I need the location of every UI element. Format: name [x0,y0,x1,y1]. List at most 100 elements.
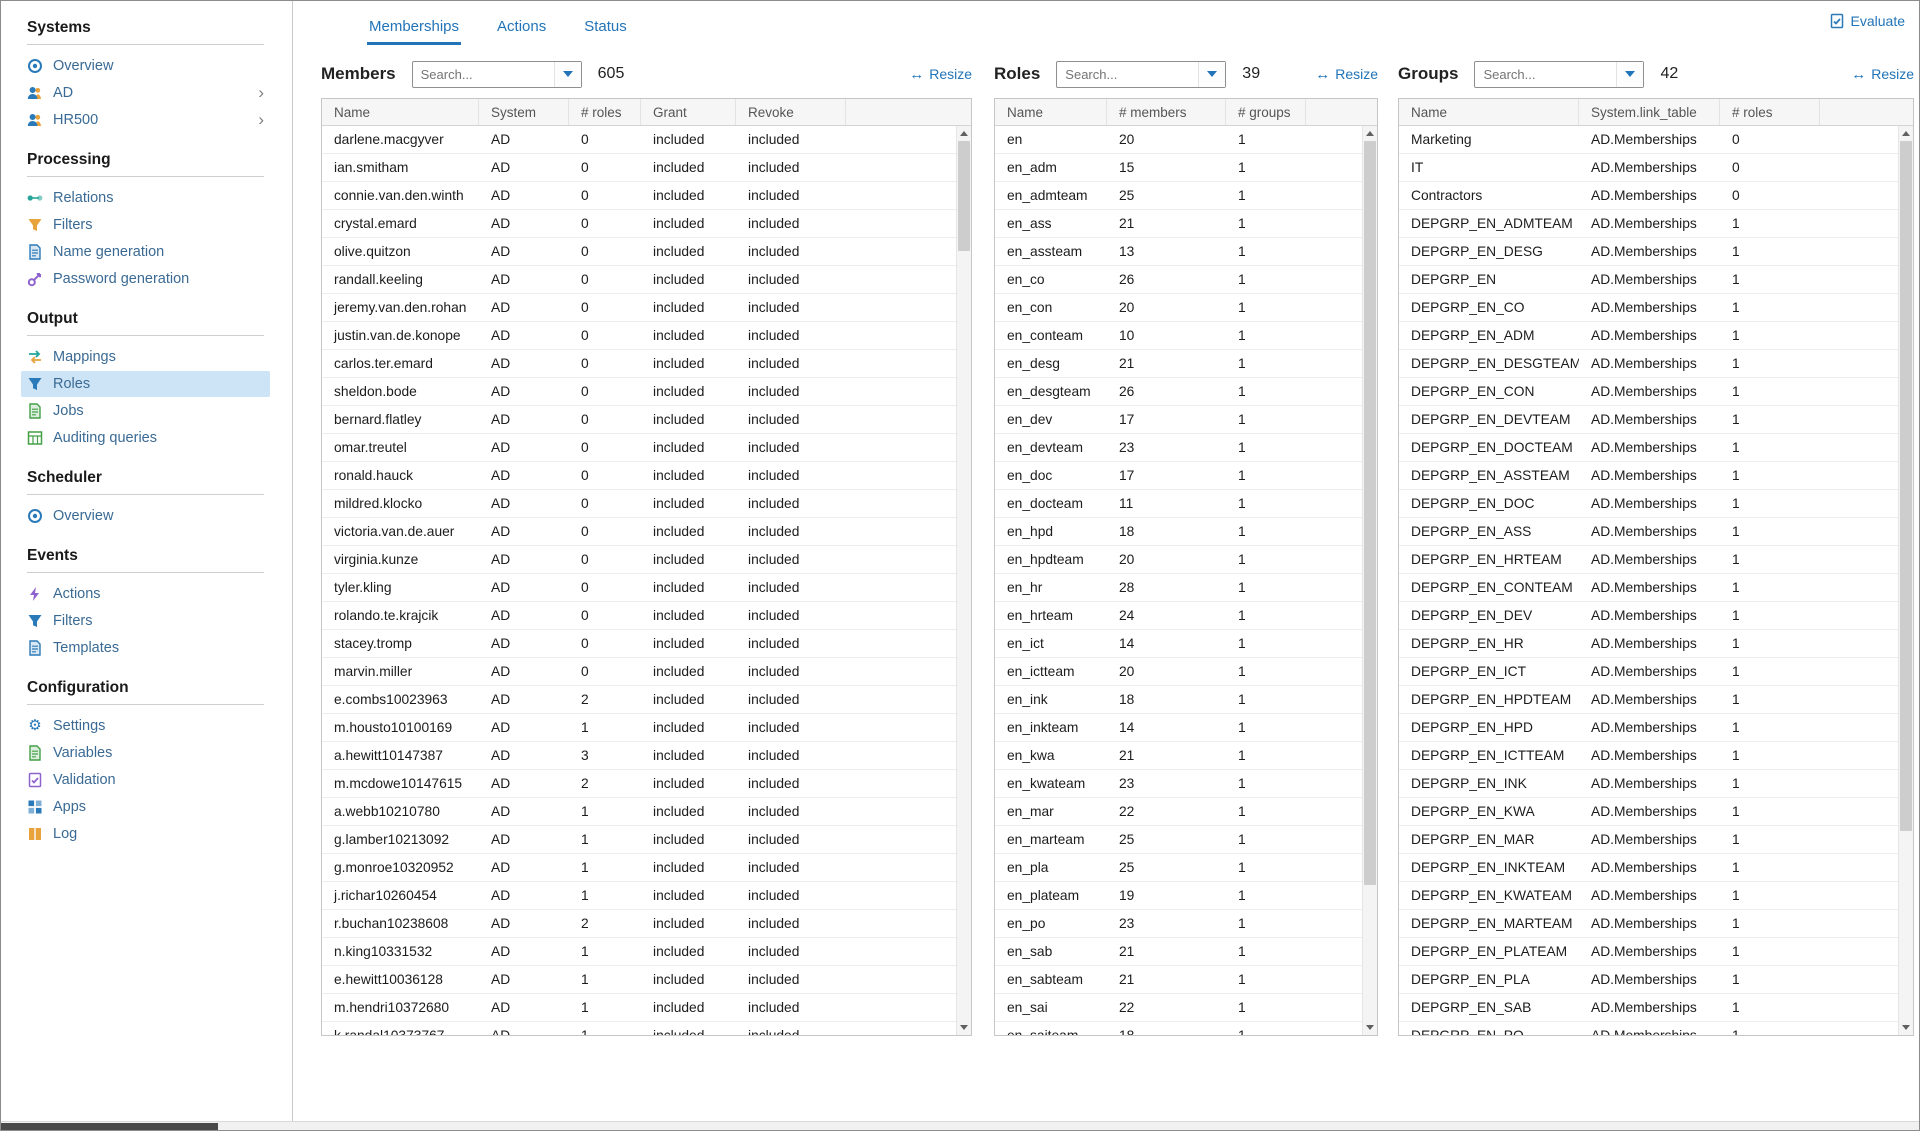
role-row[interactable]: en_ict 14 1 [995,630,1377,658]
group-row[interactable]: DEPGRP_EN_HRTEAM AD.Memberships 1 [1399,546,1913,574]
group-row[interactable]: DEPGRP_EN_KWATEAM AD.Memberships 1 [1399,882,1913,910]
member-row[interactable]: carlos.ter.emard AD 0 included included [322,350,971,378]
column-header-roles[interactable]: # roles [569,99,641,125]
sidebar-item-roles[interactable]: Roles [21,371,270,397]
member-row[interactable]: r.buchan10238608 AD 2 included included [322,910,971,938]
member-row[interactable]: darlene.macgyver AD 0 included included [322,126,971,154]
member-row[interactable]: sheldon.bode AD 0 included included [322,378,971,406]
sidebar-item-apps[interactable]: Apps [21,794,270,820]
sidebar-item-templates[interactable]: Templates [21,635,270,661]
column-header-groups[interactable]: # groups [1226,99,1306,125]
members-resize-button[interactable]: Resize [909,66,972,83]
group-row[interactable]: DEPGRP_EN_CONTEAM AD.Memberships 1 [1399,574,1913,602]
role-row[interactable]: en_ictteam 20 1 [995,658,1377,686]
group-row[interactable]: DEPGRP_EN_PO AD.Memberships 1 [1399,1022,1913,1035]
group-row[interactable]: DEPGRP_EN_DEVTEAM AD.Memberships 1 [1399,406,1913,434]
role-row[interactable]: en_hpdteam 20 1 [995,546,1377,574]
column-header-name[interactable]: Name [1399,99,1579,125]
group-row[interactable]: DEPGRP_EN_DEV AD.Memberships 1 [1399,602,1913,630]
sidebar-item-filters[interactable]: Filters [21,212,270,238]
roles-scrollbar[interactable] [1362,126,1377,1035]
sidebar-item-actions[interactable]: Actions [21,581,270,607]
member-row[interactable]: tyler.kling AD 0 included included [322,574,971,602]
role-row[interactable]: en_docteam 11 1 [995,490,1377,518]
group-row[interactable]: DEPGRP_EN_ASSTEAM AD.Memberships 1 [1399,462,1913,490]
role-row[interactable]: en_sab 21 1 [995,938,1377,966]
group-row[interactable]: DEPGRP_EN_CON AD.Memberships 1 [1399,378,1913,406]
scrollbar-track[interactable] [1363,141,1377,1020]
group-row[interactable]: DEPGRP_EN_DESGTEAM AD.Memberships 1 [1399,350,1913,378]
role-row[interactable]: en_marteam 25 1 [995,826,1377,854]
role-row[interactable]: en_saiteam 18 1 [995,1022,1377,1035]
scrollbar-track[interactable] [957,141,971,1020]
scrollbar-thumb[interactable] [1900,141,1912,831]
member-row[interactable]: jeremy.van.den.rohan AD 0 included inclu… [322,294,971,322]
role-row[interactable]: en_desgteam 26 1 [995,378,1377,406]
scroll-down-button[interactable] [1363,1020,1377,1035]
groups-resize-button[interactable]: Resize [1851,66,1914,83]
member-row[interactable]: bernard.flatley AD 0 included included [322,406,971,434]
sidebar-item-scheduler-overview[interactable]: Overview [21,503,270,529]
sidebar-item-overview[interactable]: Overview [21,53,270,79]
group-row[interactable]: DEPGRP_EN_CO AD.Memberships 1 [1399,294,1913,322]
role-row[interactable]: en_plateam 19 1 [995,882,1377,910]
members-search-input[interactable] [413,62,554,87]
sidebar-item-password-generation[interactable]: Password generation [21,266,270,292]
group-row[interactable]: DEPGRP_EN_HPDTEAM AD.Memberships 1 [1399,686,1913,714]
scroll-up-button[interactable] [1899,126,1913,141]
role-row[interactable]: en_pla 25 1 [995,854,1377,882]
role-row[interactable]: en_kwateam 23 1 [995,770,1377,798]
member-row[interactable]: a.hewitt10147387 AD 3 included included [322,742,971,770]
group-row[interactable]: DEPGRP_EN_ASS AD.Memberships 1 [1399,518,1913,546]
column-header-revoke[interactable]: Revoke [736,99,846,125]
group-row[interactable]: DEPGRP_EN_DESG AD.Memberships 1 [1399,238,1913,266]
role-row[interactable]: en_ink 18 1 [995,686,1377,714]
sidebar-item-relations[interactable]: Relations [21,185,270,211]
group-row[interactable]: DEPGRP_EN_PLATEAM AD.Memberships 1 [1399,938,1913,966]
sidebar-item-validation[interactable]: Validation [21,767,270,793]
horizontal-scrollbar[interactable] [1,1121,1919,1130]
member-row[interactable]: g.lamber10213092 AD 1 included included [322,826,971,854]
group-row[interactable]: DEPGRP_EN_INK AD.Memberships 1 [1399,770,1913,798]
role-row[interactable]: en_admteam 25 1 [995,182,1377,210]
column-header-members[interactable]: # members [1107,99,1226,125]
group-row[interactable]: DEPGRP_EN_MAR AD.Memberships 1 [1399,826,1913,854]
role-row[interactable]: en_desg 21 1 [995,350,1377,378]
member-row[interactable]: omar.treutel AD 0 included included [322,434,971,462]
role-row[interactable]: en_ass 21 1 [995,210,1377,238]
group-row[interactable]: DEPGRP_EN_HR AD.Memberships 1 [1399,630,1913,658]
group-row[interactable]: IT AD.Memberships 0 [1399,154,1913,182]
sidebar-item-ad[interactable]: AD [21,80,270,106]
group-row[interactable]: DEPGRP_EN_HPD AD.Memberships 1 [1399,714,1913,742]
group-row[interactable]: DEPGRP_EN_INKTEAM AD.Memberships 1 [1399,854,1913,882]
role-row[interactable]: en_dev 17 1 [995,406,1377,434]
role-row[interactable]: en_adm 15 1 [995,154,1377,182]
column-header-system[interactable]: System [479,99,569,125]
tab-actions[interactable]: Actions [495,10,548,45]
column-header-link-table[interactable]: System.link_table [1579,99,1720,125]
member-row[interactable]: e.combs10023963 AD 2 included included [322,686,971,714]
scroll-up-button[interactable] [957,126,971,141]
sidebar-item-log[interactable]: Log [21,821,270,847]
group-row[interactable]: DEPGRP_EN_ADMTEAM AD.Memberships 1 [1399,210,1913,238]
roles-search-dropdown-button[interactable] [1198,62,1225,87]
member-row[interactable]: randall.keeling AD 0 included included [322,266,971,294]
member-row[interactable]: m.hendri10372680 AD 1 included included [322,994,971,1022]
role-row[interactable]: en_sabteam 21 1 [995,966,1377,994]
member-row[interactable]: k.randal10373767 AD 1 included included [322,1022,971,1035]
groups-search-dropdown-button[interactable] [1616,62,1643,87]
role-row[interactable]: en_sai 22 1 [995,994,1377,1022]
role-row[interactable]: en_assteam 13 1 [995,238,1377,266]
members-scrollbar[interactable] [956,126,971,1035]
scrollbar-track[interactable] [1899,141,1913,1020]
tab-memberships[interactable]: Memberships [367,10,461,45]
roles-resize-button[interactable]: Resize [1315,66,1378,83]
horizontal-scrollbar-thumb[interactable] [1,1123,218,1130]
scroll-down-button[interactable] [1899,1020,1913,1035]
role-row[interactable]: en_hpd 18 1 [995,518,1377,546]
sidebar-item-settings[interactable]: ⚙ Settings [21,713,270,739]
member-row[interactable]: ian.smitham AD 0 included included [322,154,971,182]
sidebar-item-auditing-queries[interactable]: Auditing queries [21,425,270,451]
role-row[interactable]: en_conteam 10 1 [995,322,1377,350]
group-row[interactable]: Contractors AD.Memberships 0 [1399,182,1913,210]
